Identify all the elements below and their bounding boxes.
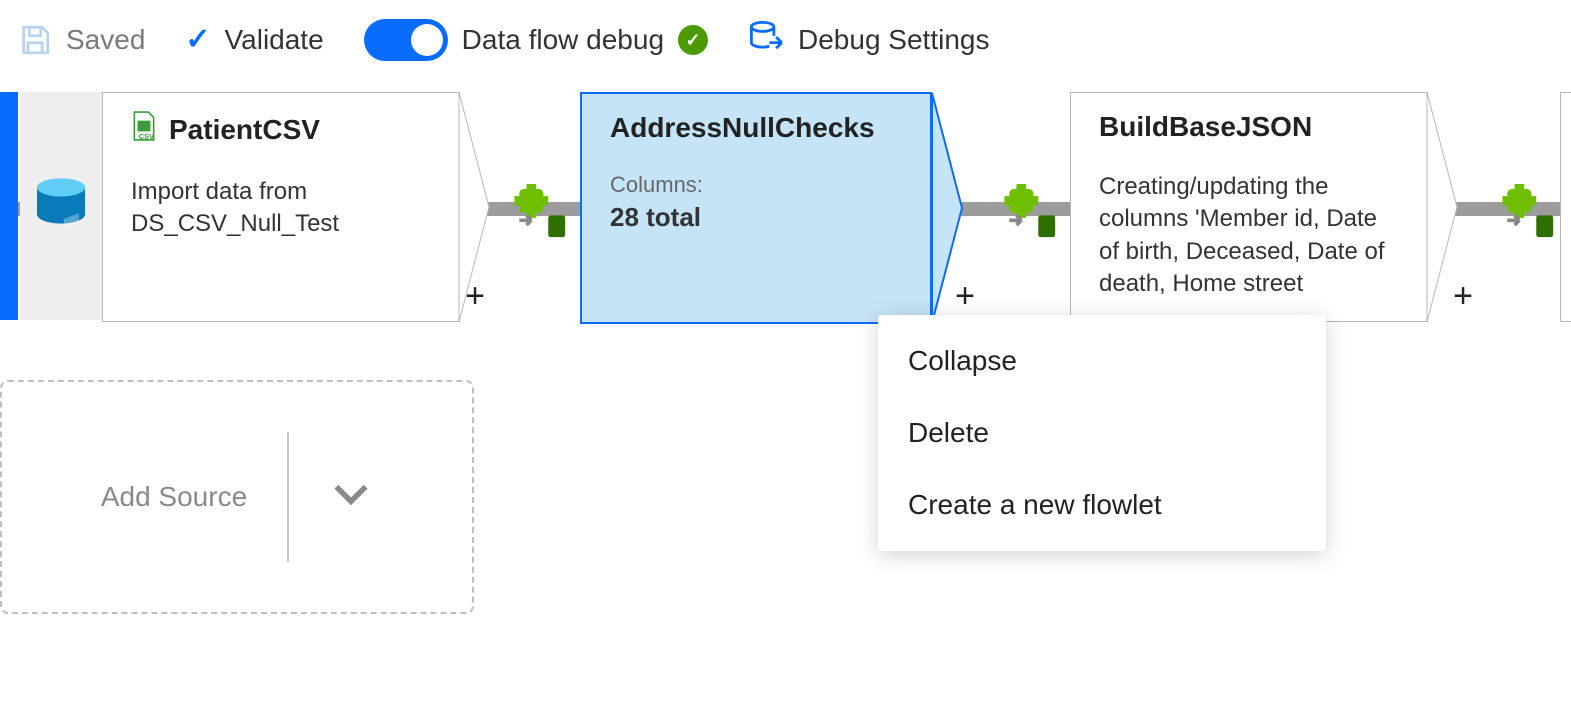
node-desc: Creating/updating the columns 'Member id… (1099, 171, 1399, 301)
debug-toggle[interactable] (364, 19, 448, 61)
save-icon (18, 23, 52, 57)
source-type-badge (20, 92, 102, 320)
debug-settings-button[interactable]: Debug Settings (748, 19, 989, 62)
status-ok-icon: ✓ (678, 25, 708, 55)
ctx-new-flowlet[interactable]: Create a new flowlet (878, 469, 1326, 541)
node-patientcsv[interactable]: CSV PatientCSV Import data from DS_CSV_N… (102, 92, 460, 322)
columns-total: 28 total (610, 202, 902, 233)
saved-label: Saved (66, 24, 145, 56)
columns-label: Columns: (610, 172, 902, 198)
ctx-collapse[interactable]: Collapse (878, 325, 1326, 397)
toolbar: Saved ✓ Validate Data flow debug ✓ Debug… (0, 0, 1571, 80)
node-buildbasejson[interactable]: BuildBaseJSON Creating/updating the colu… (1070, 92, 1428, 322)
add-source-button[interactable]: Add Source (0, 380, 474, 614)
start-bar (0, 92, 18, 320)
dataflow-canvas[interactable]: CSV PatientCSV Import data from DS_CSV_N… (0, 80, 1571, 680)
check-icon: ✓ (185, 25, 210, 55)
node-title: BuildBaseJSON (1099, 111, 1312, 143)
csv-file-icon: CSV (131, 111, 157, 148)
debug-toggle-label: Data flow debug (462, 24, 664, 56)
node-addressnullchecks[interactable]: AddressNullChecks Columns: 28 total (580, 92, 932, 324)
debug-settings-label: Debug Settings (798, 24, 989, 56)
svg-text:CSV: CSV (139, 132, 154, 141)
debug-toggle-group: Data flow debug ✓ (364, 19, 708, 61)
database-arrow-icon (748, 19, 784, 62)
add-step-button[interactable]: + (459, 278, 491, 314)
derived-column-icon (1500, 184, 1558, 247)
add-step-button[interactable]: + (949, 278, 981, 314)
chevron-down-icon[interactable] (329, 472, 373, 523)
ctx-delete[interactable]: Delete (878, 397, 1326, 469)
add-step-button[interactable]: + (1447, 278, 1479, 314)
node-title: PatientCSV (169, 114, 320, 146)
datastore-icon (31, 174, 91, 239)
add-source-label: Add Source (101, 481, 247, 513)
derived-column-icon (1002, 184, 1060, 247)
node-title: AddressNullChecks (610, 112, 875, 144)
context-menu: Collapse Delete Create a new flowlet (878, 315, 1326, 551)
divider (287, 432, 289, 562)
saved-status: Saved (18, 23, 145, 57)
node-next[interactable] (1560, 92, 1571, 322)
derived-column-icon (512, 184, 570, 247)
validate-button[interactable]: ✓ Validate (185, 24, 323, 56)
node-desc: Import data from DS_CSV_Null_Test (131, 176, 431, 241)
validate-label: Validate (225, 24, 324, 56)
